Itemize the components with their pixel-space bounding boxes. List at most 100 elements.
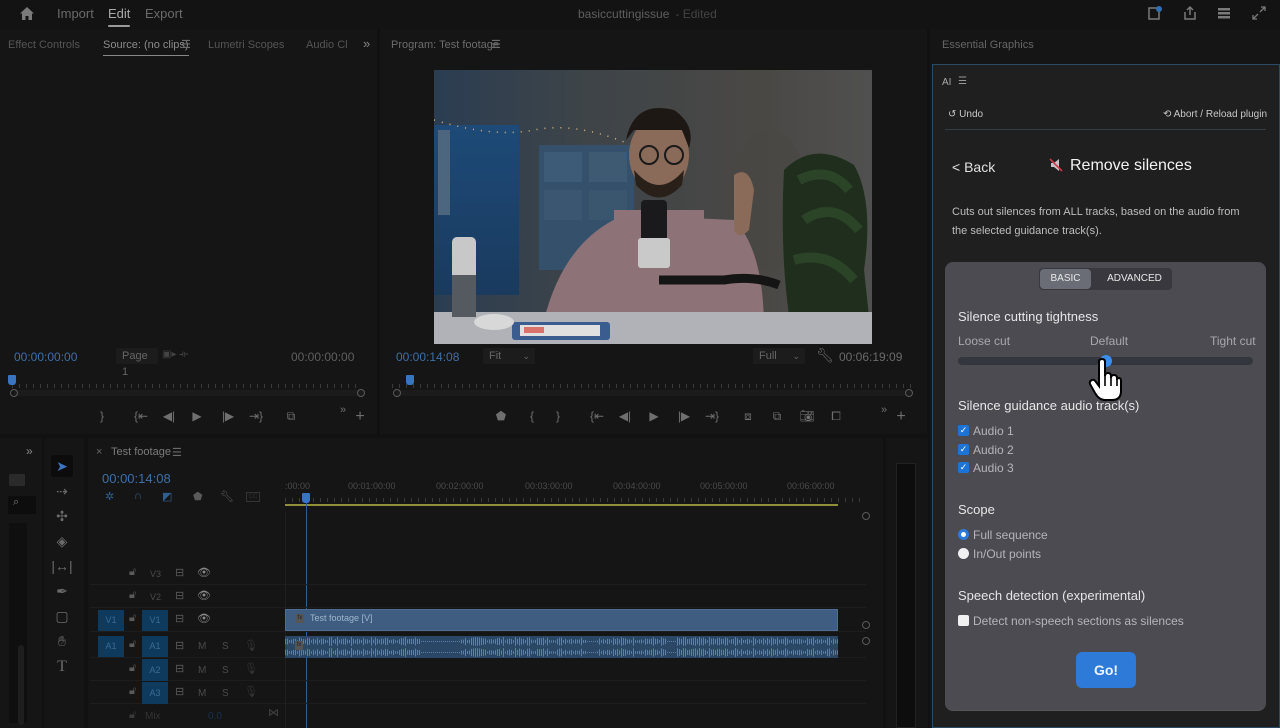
step-back-icon[interactable]: ◀| — [160, 408, 178, 424]
program-menu-icon[interactable]: ☰ — [491, 38, 501, 51]
track-target-a3[interactable]: A3 — [142, 682, 168, 704]
voice-over-mic-icon[interactable]: 🎙︎ — [244, 662, 258, 675]
add-button-icon[interactable]: + — [892, 409, 910, 425]
lock-icon[interactable]: 🔓︎ — [129, 589, 136, 602]
tab-source[interactable]: Source: (no clips) — [103, 39, 189, 56]
source-zoom-handle-left[interactable] — [10, 389, 18, 397]
timeline-settings-icon[interactable]: 🔧︎ — [220, 490, 234, 503]
source-ruler[interactable] — [12, 376, 362, 390]
voice-over-mic-icon[interactable]: 🎙︎ — [244, 639, 258, 652]
sync-lock-icon[interactable]: ⊟ — [175, 589, 184, 602]
workspaces-icon[interactable] — [1215, 5, 1233, 23]
share-icon[interactable] — [1181, 5, 1199, 23]
solo-button[interactable]: S — [222, 665, 229, 676]
timeline-vscroll-handle[interactable] — [862, 621, 870, 629]
sequence-tab[interactable]: Test footage — [111, 446, 171, 458]
snap-icon[interactable]: ∩ — [134, 490, 142, 502]
mix-value[interactable]: 0.0 — [208, 711, 222, 722]
tab-lumetri-scopes[interactable]: Lumetri Scopes — [208, 39, 284, 51]
undo-button[interactable]: ↺ Undo — [948, 109, 983, 120]
eye-icon[interactable]: 👁︎ — [197, 589, 211, 602]
eye-icon[interactable]: 👁︎ — [197, 612, 211, 625]
insert-icon[interactable]: ⧉ — [282, 408, 300, 424]
quick-export-icon[interactable] — [1146, 5, 1164, 23]
solo-button[interactable]: S — [222, 688, 229, 699]
checkbox-checked-icon[interactable]: ✓ — [958, 425, 969, 436]
essential-graphics-title[interactable]: Essential Graphics — [942, 39, 1034, 51]
export-frame-icon[interactable]: 📷︎ — [798, 408, 816, 424]
track-target-v1[interactable]: V1 — [142, 610, 168, 631]
comparison-view-icon[interactable]: ⧠ — [827, 408, 845, 424]
nav-export[interactable]: Export — [145, 6, 183, 21]
sync-lock-icon[interactable]: ⊟ — [175, 612, 184, 625]
program-zoom-handle-left[interactable] — [393, 389, 401, 397]
voice-over-mic-icon[interactable]: 🎙︎ — [244, 685, 258, 698]
timeline-playhead[interactable] — [302, 493, 310, 503]
selection-tool-icon[interactable]: ➤ — [51, 455, 73, 477]
add-button-icon[interactable]: + — [351, 409, 369, 425]
settings-wrench-icon[interactable]: 🔧︎ — [816, 347, 834, 364]
nav-edit[interactable]: Edit — [108, 6, 131, 27]
close-sequence-icon[interactable]: × — [96, 446, 102, 458]
drag-video-icon[interactable]: ▣▸ ⟛ — [162, 349, 188, 360]
folder-icon[interactable] — [9, 474, 25, 486]
slip-tool-icon[interactable]: |↔| — [51, 555, 73, 577]
add-marker-icon[interactable]: ⬟ — [492, 408, 510, 424]
mute-button[interactable]: M — [198, 665, 206, 676]
play-icon[interactable]: ▶ — [645, 408, 663, 424]
add-marker-icon[interactable]: ⬟ — [193, 490, 203, 503]
radio-selected-icon[interactable] — [958, 529, 969, 540]
program-zoom-handle-right[interactable] — [905, 389, 913, 397]
pen-tool-icon[interactable]: ✒ — [51, 580, 73, 602]
mix-jump-icon[interactable]: ⋈ — [268, 706, 279, 719]
captions-icon[interactable]: CC — [246, 492, 260, 502]
sync-lock-icon[interactable]: ⊟ — [175, 685, 184, 698]
lock-icon[interactable]: 🔓︎ — [129, 638, 136, 651]
tab-effect-controls[interactable]: Effect Controls — [8, 39, 80, 51]
linked-selection-icon[interactable]: ◩ — [162, 490, 172, 503]
home-icon[interactable] — [18, 5, 36, 23]
timeline-timecode[interactable]: 00:00:14:08 — [102, 471, 171, 486]
program-ruler[interactable] — [392, 376, 912, 390]
plugin-menu-icon[interactable]: ☰ — [958, 76, 967, 87]
source-timecode-in[interactable]: 00:00:00:00 — [14, 350, 77, 364]
fullscreen-icon[interactable] — [1250, 5, 1268, 23]
type-tool-icon[interactable]: T — [51, 656, 73, 678]
timeline-menu-icon[interactable]: ☰ — [172, 446, 182, 459]
checkbox-unchecked-icon[interactable] — [958, 615, 969, 626]
track-target-a2[interactable]: A2 — [142, 659, 168, 681]
tab-audio-clip[interactable]: Audio Cl — [306, 39, 348, 51]
panel-overflow-icon[interactable]: » — [363, 36, 370, 51]
search-icon[interactable]: ⌕ — [8, 496, 36, 514]
back-button[interactable]: < Back — [952, 159, 995, 175]
mark-in-icon[interactable]: { — [523, 408, 541, 424]
step-forward-icon[interactable]: |▶ — [219, 408, 237, 424]
sync-lock-icon[interactable]: ⊟ — [175, 662, 184, 675]
go-button[interactable]: Go! — [1076, 652, 1136, 688]
go-to-in-icon[interactable]: {⇤ — [132, 408, 150, 424]
go-to-out-icon[interactable]: ⇥} — [703, 408, 721, 424]
source-patch-v1[interactable]: V1 — [98, 610, 124, 631]
nest-icon[interactable]: ✲ — [105, 490, 114, 503]
track-select-tool-icon[interactable]: ⇢ — [51, 480, 73, 502]
program-timecode[interactable]: 00:00:14:08 — [396, 350, 459, 364]
lock-icon[interactable]: 🔓︎ — [129, 685, 136, 698]
timeline-ruler[interactable] — [285, 494, 865, 504]
mark-out-icon[interactable]: } — [549, 408, 567, 424]
play-icon[interactable]: ▶ — [188, 408, 206, 424]
program-playhead[interactable] — [406, 375, 414, 385]
panel-overflow-icon[interactable]: » — [26, 444, 33, 458]
lift-icon[interactable]: ⧈ — [739, 408, 757, 424]
abort-reload-button[interactable]: ⟲ Abort / Reload plugin — [1163, 109, 1267, 120]
tab-advanced[interactable]: ADVANCED — [1097, 269, 1172, 289]
go-to-in-icon[interactable]: {⇤ — [588, 408, 606, 424]
lock-icon[interactable]: 🔓︎ — [129, 662, 136, 675]
timeline-vscroll-handle[interactable] — [862, 637, 870, 645]
nav-import[interactable]: Import — [57, 6, 94, 21]
rectangle-tool-icon[interactable]: ▢ — [51, 605, 73, 627]
hand-tool-icon[interactable]: ✋︎ — [51, 630, 73, 652]
checkbox-checked-icon[interactable]: ✓ — [958, 462, 969, 473]
quality-select[interactable]: Full ⌄ — [753, 348, 805, 364]
sync-lock-icon[interactable]: ⊟ — [175, 639, 184, 652]
timeline-ruler-labels[interactable]: :00:00 00:01:00:00 00:02:00:00 00:03:00:… — [285, 481, 845, 495]
